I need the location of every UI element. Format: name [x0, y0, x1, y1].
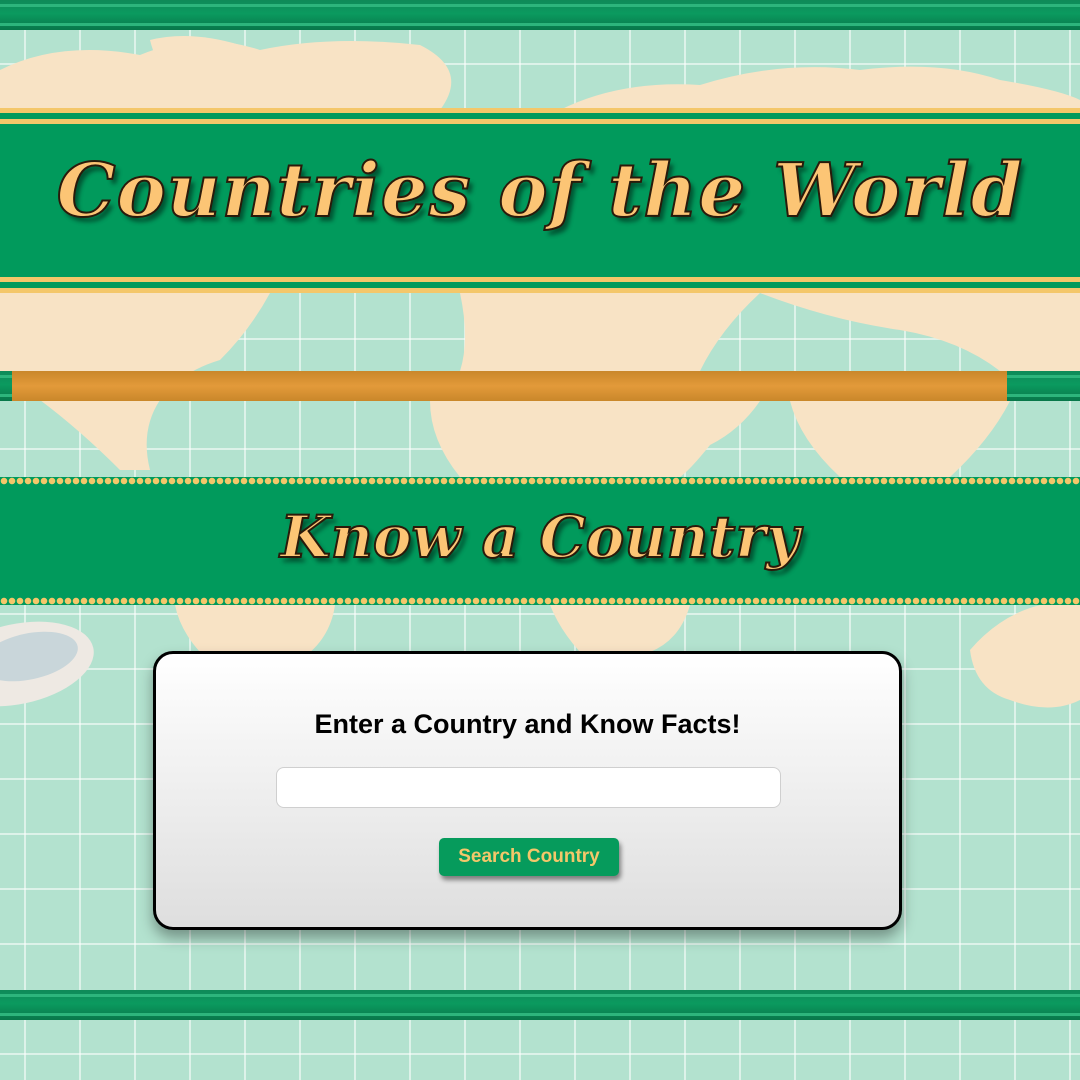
title-banner: Countries of the World [0, 108, 1080, 293]
dotted-border-top [0, 477, 1080, 485]
land-africa [430, 401, 760, 477]
country-search-input[interactable] [276, 767, 781, 808]
land-asia-south [790, 401, 1010, 477]
orange-band [12, 371, 1007, 401]
dotted-border-bottom [0, 597, 1080, 605]
land-australia [970, 605, 1080, 708]
search-heading: Enter a Country and Know Facts! [314, 709, 741, 739]
search-card: Enter a Country and Know Facts! Search C… [153, 651, 902, 930]
banner-line-bottom-inner [0, 277, 1080, 282]
search-country-button[interactable]: Search Country [439, 838, 619, 876]
top-stripe [0, 0, 1080, 30]
land-africa-south [550, 605, 690, 652]
bottom-stripe [0, 990, 1080, 1020]
banner-line-bottom [0, 288, 1080, 293]
banner-line-top [0, 108, 1080, 113]
banner-line-top-inner [0, 119, 1080, 124]
page-title: Countries of the World [56, 147, 1024, 235]
subtitle: Know a Country [279, 502, 800, 572]
land-europe-africa [460, 293, 760, 371]
subtitle-banner: Know a Country [0, 477, 1080, 605]
land-asia [760, 293, 1080, 371]
land-eurasia-top [560, 66, 1080, 110]
